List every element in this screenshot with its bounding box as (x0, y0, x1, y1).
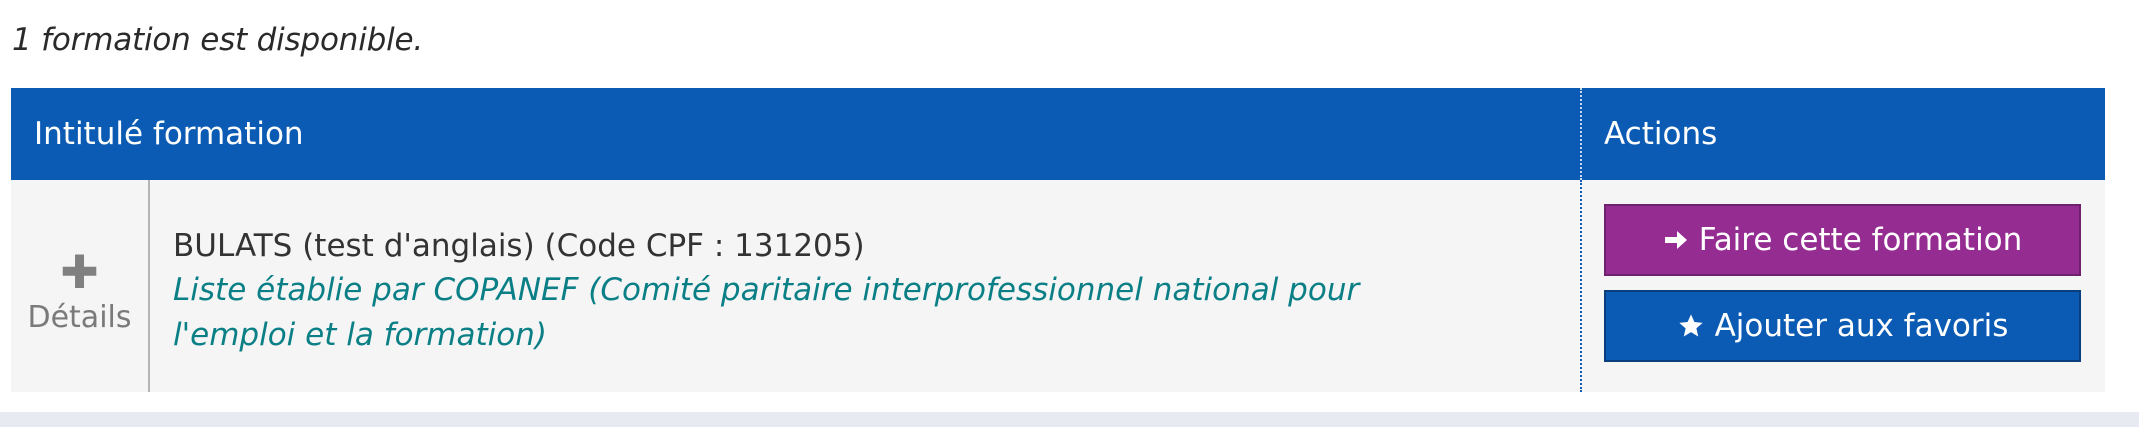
actions-cell: Faire cette formation Ajouter aux favori… (1582, 180, 2105, 392)
details-label: Détails (27, 299, 132, 335)
faire-cette-formation-label: Faire cette formation (1698, 222, 2023, 258)
arrow-right-icon (1663, 227, 1689, 253)
results-count: 1 formation est disponible. (12, 22, 424, 58)
ajouter-aux-favoris-label: Ajouter aux favoris (1714, 308, 2009, 344)
ajouter-aux-favoris-button[interactable]: Ajouter aux favoris (1604, 290, 2081, 362)
formation-title: BULATS (test d'anglais) (Code CPF : 1312… (173, 228, 865, 264)
formation-description: Liste établie par COPANEF (Comité parita… (173, 272, 1360, 353)
star-icon (1677, 312, 1705, 340)
column-header-title: Intitulé formation (11, 88, 1582, 180)
details-toggle[interactable]: ✚ Détails (11, 180, 150, 392)
plus-icon: ✚ (60, 244, 99, 299)
faire-cette-formation-button[interactable]: Faire cette formation (1604, 204, 2081, 276)
table-header-row: Intitulé formation Actions (11, 88, 2105, 180)
footer-bar (0, 412, 2139, 427)
table-row: ✚ Détails BULATS (test d'anglais) (Code … (11, 180, 2105, 392)
column-header-actions: Actions (1604, 116, 1718, 152)
formations-table: Intitulé formation Actions ✚ Détails BUL… (11, 88, 2105, 392)
formation-cell: BULATS (test d'anglais) (Code CPF : 1312… (150, 180, 1582, 392)
